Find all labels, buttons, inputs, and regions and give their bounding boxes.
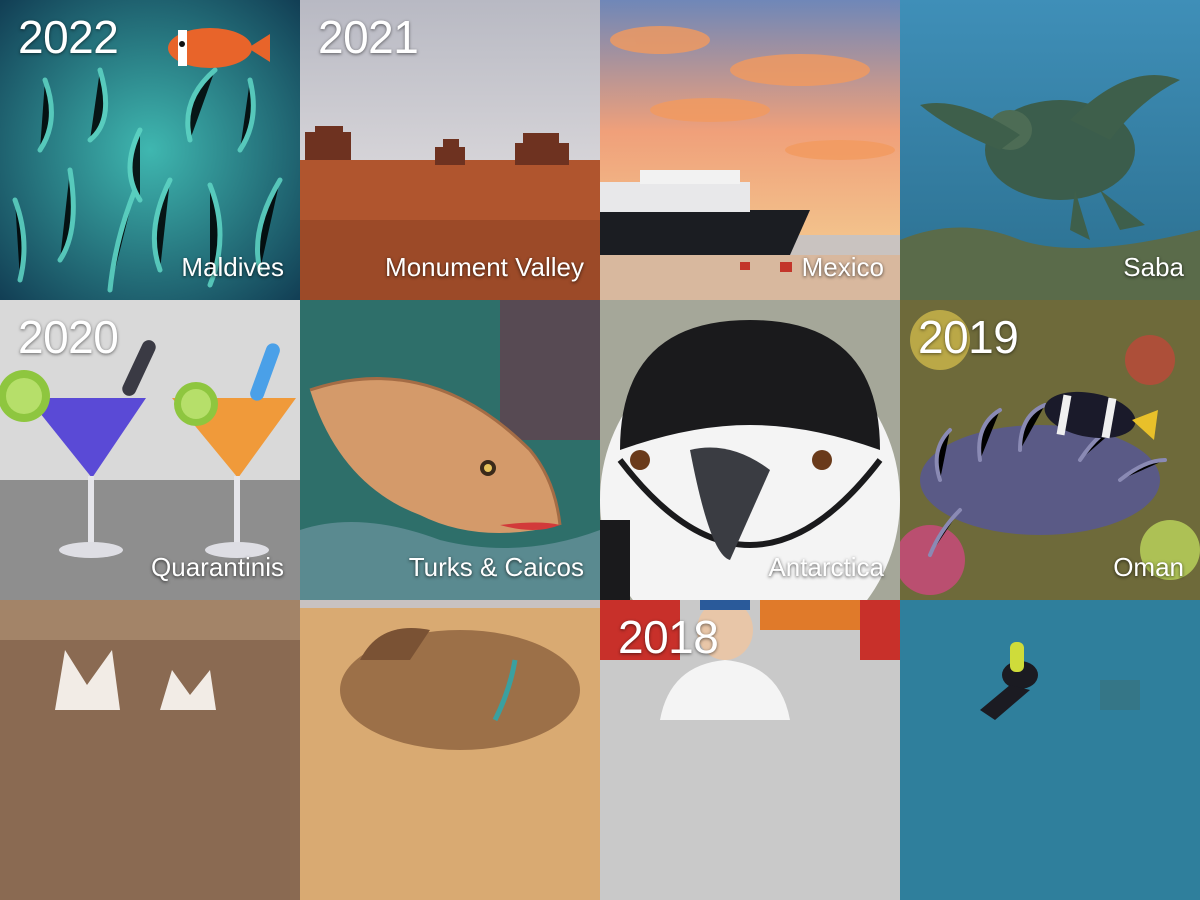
tile-label: Turks & Caicos xyxy=(408,552,584,582)
tile-label: Antarctica xyxy=(768,552,884,582)
tile-fencer[interactable]: 2018 xyxy=(600,600,900,900)
tile-label: Monument Valley xyxy=(385,252,584,282)
tile-turks-caicos[interactable]: Turks & Caicos xyxy=(300,300,600,600)
tile-quarantinis[interactable]: 2020 Quarantinis xyxy=(0,300,300,600)
tile-scuba-diver[interactable] xyxy=(900,600,1200,900)
tile-camel[interactable] xyxy=(300,600,600,900)
tile-label: Saba xyxy=(1123,252,1184,282)
tile-antarctica[interactable]: Antarctica xyxy=(600,300,900,600)
scuba-diver-image xyxy=(900,600,1200,900)
year-label: 2022 xyxy=(18,11,119,63)
year-label: 2019 xyxy=(918,311,1019,363)
tile-monument-valley[interactable]: 2021 Monument Valley xyxy=(300,0,600,300)
tile-maldives[interactable]: 2022 Maldives xyxy=(0,0,300,300)
tile-saba[interactable]: Saba xyxy=(900,0,1200,300)
tile-oman[interactable]: 2019 Oman xyxy=(900,300,1200,600)
husky-puppies-image xyxy=(0,600,300,900)
year-label: 2021 xyxy=(318,11,419,63)
tile-mexico[interactable]: Mexico xyxy=(600,0,900,300)
photo-grid: 2022 Maldives 2021 Monument Valley Mexic… xyxy=(0,0,1200,900)
tile-label: Maldives xyxy=(181,252,284,282)
tile-label: Quarantinis xyxy=(151,552,284,582)
tile-label: Mexico xyxy=(801,252,884,282)
year-label: 2020 xyxy=(18,311,119,363)
tile-husky-puppies[interactable] xyxy=(0,600,300,900)
year-label: 2018 xyxy=(618,611,719,663)
camel-image xyxy=(300,600,600,900)
tile-label: Oman xyxy=(1113,552,1184,582)
